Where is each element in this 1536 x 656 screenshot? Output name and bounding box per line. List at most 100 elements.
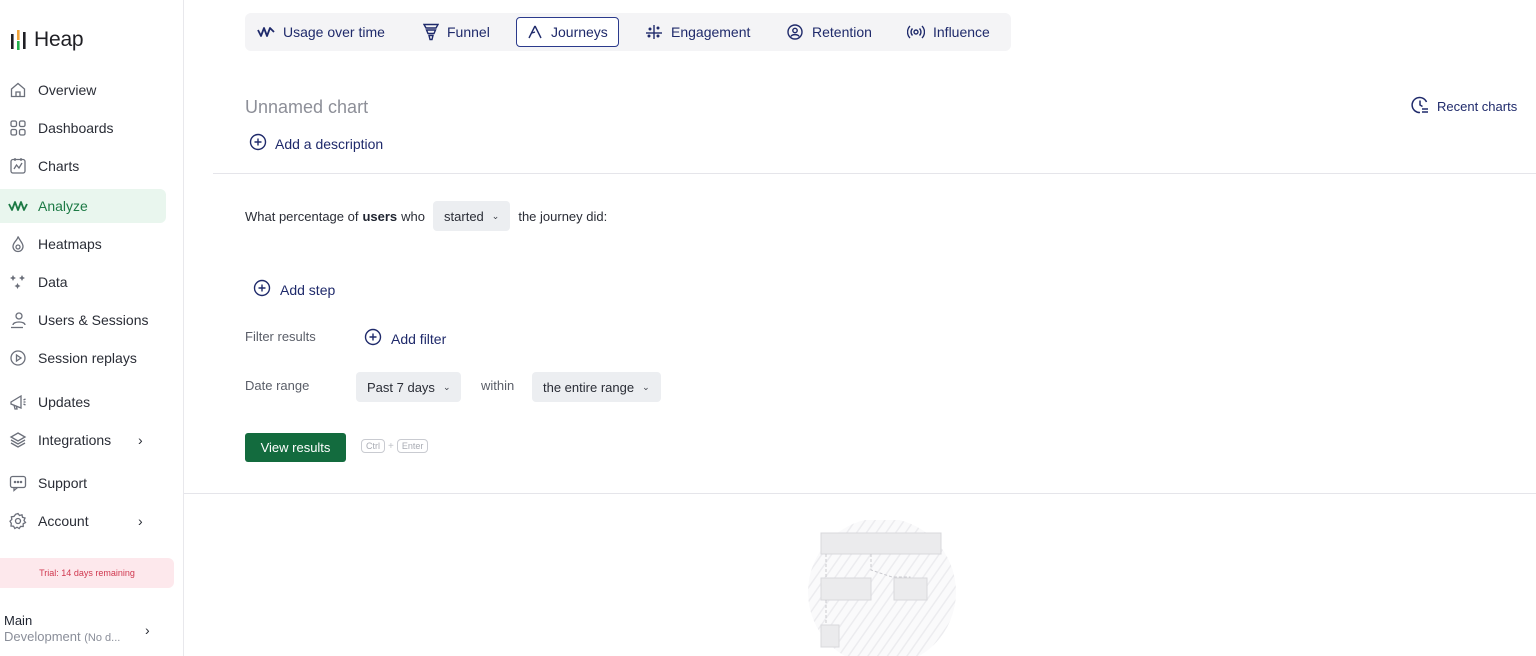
chart-title[interactable]: Unnamed chart — [245, 97, 368, 118]
event-mode-dropdown[interactable]: started ⌄ — [433, 201, 511, 231]
recent-charts-label: Recent charts — [1437, 99, 1518, 114]
chevron-right-icon: › — [138, 513, 143, 529]
sidebar-item-dashboards[interactable]: Dashboards — [0, 111, 166, 145]
sidebar-item-label: Dashboards — [38, 120, 114, 136]
gear-icon — [8, 511, 28, 531]
date-range-value: Past 7 days — [367, 379, 435, 395]
home-icon — [8, 80, 28, 100]
sparkle-icon — [8, 272, 28, 292]
sidebar-item-label: Users & Sessions — [38, 312, 149, 328]
tab-label: Journeys — [551, 24, 608, 40]
tab-funnel[interactable]: Funnel — [413, 17, 500, 47]
heap-logo[interactable]: Heap — [10, 28, 84, 52]
grid-icon — [8, 118, 28, 138]
sidebar-item-label: Charts — [38, 158, 80, 174]
event-mode-value: started — [444, 208, 484, 224]
chart-icon — [8, 156, 28, 176]
tab-label: Engagement — [671, 24, 751, 40]
header-divider — [213, 173, 1536, 174]
analyze-icon — [8, 196, 28, 216]
environment-sub-label: Development — [4, 629, 81, 644]
heatmap-icon — [8, 234, 28, 254]
sidebar-item-label: Data — [38, 274, 68, 290]
sidebar-item-label: Heatmaps — [38, 236, 102, 252]
environment-switcher[interactable]: Main Development (No d... › — [4, 613, 174, 644]
sidebar-item-charts[interactable]: Charts — [0, 149, 166, 183]
journeys-empty-illustration — [806, 520, 958, 656]
question-prefix: What percentage of — [245, 208, 359, 224]
recent-charts-button[interactable]: Recent charts — [1410, 95, 1517, 118]
plus-circle-icon — [253, 279, 271, 300]
add-description-label: Add a description — [275, 135, 384, 152]
add-description-button[interactable]: Add a description — [249, 133, 383, 154]
analysis-type-tabs: Usage over time Funnel Journeys Engageme… — [245, 13, 1011, 51]
history-icon — [1410, 95, 1430, 118]
sidebar-item-label: Overview — [38, 82, 97, 98]
app-root: Heap Overview Dashboards Charts Analyze … — [0, 0, 1536, 656]
chat-icon — [8, 473, 28, 493]
sidebar-item-label: Integrations — [38, 432, 112, 448]
retention-icon — [786, 23, 804, 41]
sidebar-item-label: Analyze — [38, 198, 88, 214]
sidebar-item-label: Updates — [38, 394, 91, 410]
sidebar-item-overview[interactable]: Overview — [0, 73, 166, 107]
sidebar-item-support[interactable]: Support — [0, 466, 166, 500]
sidebar-item-label: Account — [38, 513, 89, 529]
users-icon — [8, 310, 28, 330]
sidebar-item-analyze[interactable]: Analyze — [0, 189, 166, 223]
replay-icon — [8, 348, 28, 368]
heap-logo-icon — [11, 30, 26, 50]
add-filter-label: Add filter — [391, 330, 447, 347]
tab-retention[interactable]: Retention — [776, 17, 882, 47]
tab-label: Usage over time — [283, 24, 385, 40]
sidebar-item-users-sessions[interactable]: Users & Sessions — [0, 303, 166, 337]
engagement-icon — [645, 24, 663, 40]
chevron-down-icon: ⌄ — [491, 210, 500, 221]
date-range-dropdown[interactable]: Past 7 days ⌄ — [356, 372, 462, 402]
sidebar-item-account[interactable]: Account › — [0, 504, 166, 538]
add-step-button[interactable]: Add step — [253, 279, 335, 300]
plus-circle-icon — [364, 328, 382, 349]
tab-label: Influence — [933, 24, 990, 40]
usage-icon — [257, 26, 275, 38]
within-range-dropdown[interactable]: the entire range ⌄ — [532, 372, 661, 402]
trial-banner[interactable]: Trial: 14 days remaining — [0, 558, 174, 588]
question-suffix: the journey did: — [518, 208, 608, 224]
sidebar: Heap Overview Dashboards Charts Analyze … — [0, 0, 184, 656]
funnel-icon — [423, 23, 439, 41]
question-who: who — [401, 208, 426, 224]
date-range-label: Date range — [245, 378, 310, 393]
filter-results-label: Filter results — [245, 329, 316, 344]
tab-label: Funnel — [447, 24, 490, 40]
chevron-down-icon: ⌄ — [642, 381, 650, 392]
sidebar-item-updates[interactable]: Updates — [0, 385, 166, 419]
influence-icon — [907, 24, 925, 40]
layers-icon — [8, 430, 28, 450]
sidebar-item-session-replays[interactable]: Session replays — [0, 341, 166, 375]
question-subject[interactable]: users — [362, 209, 397, 224]
tab-engagement[interactable]: Engagement — [635, 17, 760, 47]
add-step-label: Add step — [280, 281, 336, 298]
logo-text: Heap — [34, 28, 84, 51]
tab-usage-over-time[interactable]: Usage over time — [247, 17, 395, 47]
environment-sub-detail: (No d... — [84, 632, 121, 644]
tab-journeys[interactable]: Journeys — [516, 17, 619, 47]
sidebar-item-integrations[interactable]: Integrations › — [0, 423, 166, 457]
shortcut-key-ctrl: Ctrl — [361, 439, 385, 453]
sidebar-item-data[interactable]: Data — [0, 265, 166, 299]
plus-circle-icon — [249, 133, 267, 154]
shortcut-key-enter: Enter — [396, 439, 429, 453]
view-results-button[interactable]: View results — [245, 433, 346, 462]
journeys-icon — [527, 24, 543, 40]
add-filter-button[interactable]: Add filter — [364, 328, 446, 349]
within-label: within — [481, 378, 515, 393]
shortcut-plus: + — [388, 440, 394, 452]
journey-question: What percentage of users who started ⌄ t… — [245, 201, 607, 231]
within-range-value: the entire range — [543, 379, 635, 395]
tab-label: Retention — [812, 24, 872, 40]
keyboard-shortcut-hint: Ctrl + Enter — [361, 439, 429, 453]
sidebar-item-heatmaps[interactable]: Heatmaps — [0, 227, 166, 261]
chevron-down-icon: ⌄ — [442, 381, 451, 392]
sidebar-item-label: Session replays — [38, 350, 137, 366]
tab-influence[interactable]: Influence — [897, 17, 1000, 47]
